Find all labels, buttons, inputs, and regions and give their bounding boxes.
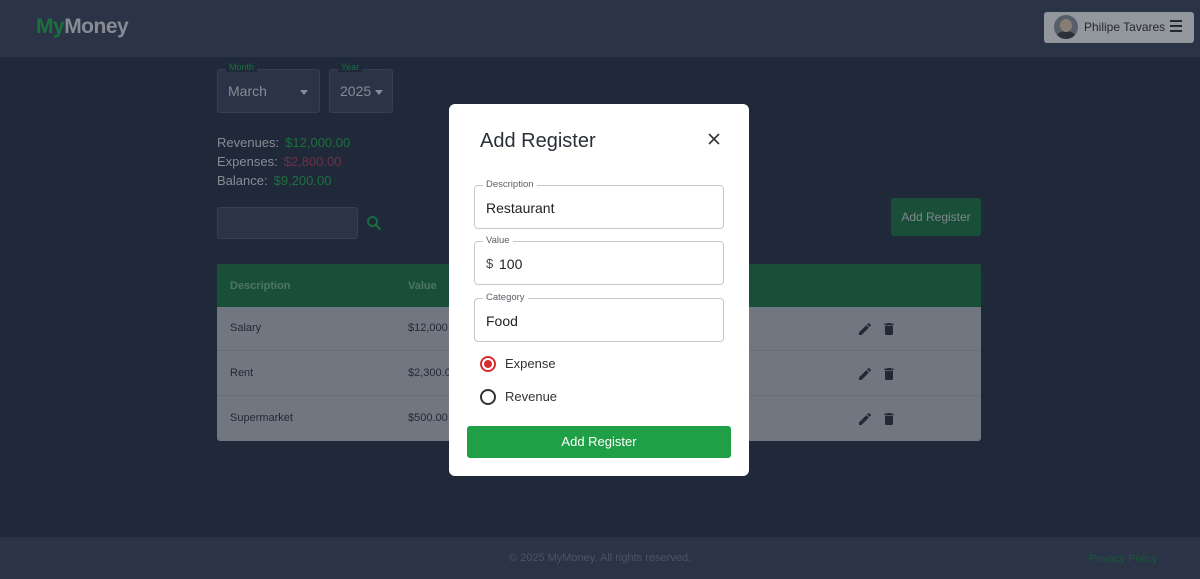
close-icon[interactable] <box>706 131 722 147</box>
category-field-value: Food <box>486 313 518 329</box>
submit-add-register-button[interactable]: Add Register <box>467 426 731 458</box>
category-field-label: Category <box>483 292 528 303</box>
revenue-radio-label[interactable]: Revenue <box>505 389 557 404</box>
expense-radio[interactable] <box>480 356 496 372</box>
value-field-value: 100 <box>499 256 523 272</box>
description-field-label: Description <box>483 179 537 190</box>
currency-prefix: $ <box>486 256 494 271</box>
value-field[interactable]: Value $ 100 <box>474 235 724 285</box>
description-field-value: Restaurant <box>486 200 555 216</box>
value-field-label: Value <box>483 235 513 246</box>
description-field[interactable]: Description Restaurant <box>474 179 724 229</box>
dialog-title: Add Register <box>480 130 596 152</box>
add-register-dialog: Add Register Description Restaurant Valu… <box>449 104 749 476</box>
category-field[interactable]: Category Food <box>474 292 724 342</box>
expense-radio-label[interactable]: Expense <box>505 356 556 371</box>
revenue-radio[interactable] <box>480 389 496 405</box>
